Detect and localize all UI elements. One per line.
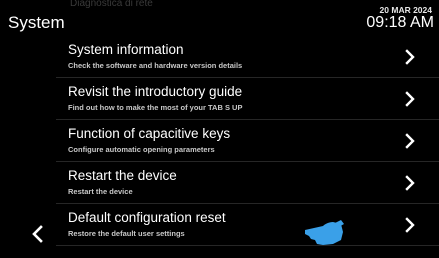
list-item-title: Function of capacitive keys: [68, 126, 231, 141]
list-item-subtitle: Find out how to make the most of your TA…: [68, 103, 243, 112]
settings-list: System information Check the software an…: [56, 36, 439, 246]
chevron-right-icon[interactable]: [403, 90, 417, 108]
list-item-system-information[interactable]: System information Check the software an…: [56, 36, 439, 78]
list-item-subtitle: Restart the device: [68, 187, 133, 196]
list-item-title: Revisit the introductory guide: [68, 84, 243, 99]
list-item-introductory-guide[interactable]: Revisit the introductory guide Find out …: [56, 78, 439, 120]
list-item-title: Restart the device: [68, 168, 177, 183]
clock-label: 09:18 AM: [366, 14, 434, 31]
page-title: System: [8, 13, 65, 32]
list-item-title: Default configuration reset: [68, 210, 226, 225]
chevron-right-icon[interactable]: [403, 174, 417, 192]
chevron-right-icon[interactable]: [403, 132, 417, 150]
hand-pointer-icon: [305, 220, 344, 245]
list-item-subtitle: Restore the default user settings: [68, 229, 185, 238]
list-item-restart-device[interactable]: Restart the device Restart the device: [56, 162, 439, 204]
list-item-capacitive-keys[interactable]: Function of capacitive keys Configure au…: [56, 120, 439, 162]
list-item-default-reset[interactable]: Default configuration reset Restore the …: [56, 204, 439, 246]
chevron-right-icon[interactable]: [403, 48, 417, 66]
list-item-subtitle: Check the software and hardware version …: [68, 61, 243, 70]
list-item-subtitle: Configure automatic opening parameters: [68, 145, 215, 154]
previous-screen-title: Diagnostica di rete: [70, 0, 153, 9]
list-item-title: System information: [68, 42, 184, 57]
chevron-right-icon[interactable]: [403, 216, 417, 234]
chevron-left-icon[interactable]: [30, 224, 46, 244]
